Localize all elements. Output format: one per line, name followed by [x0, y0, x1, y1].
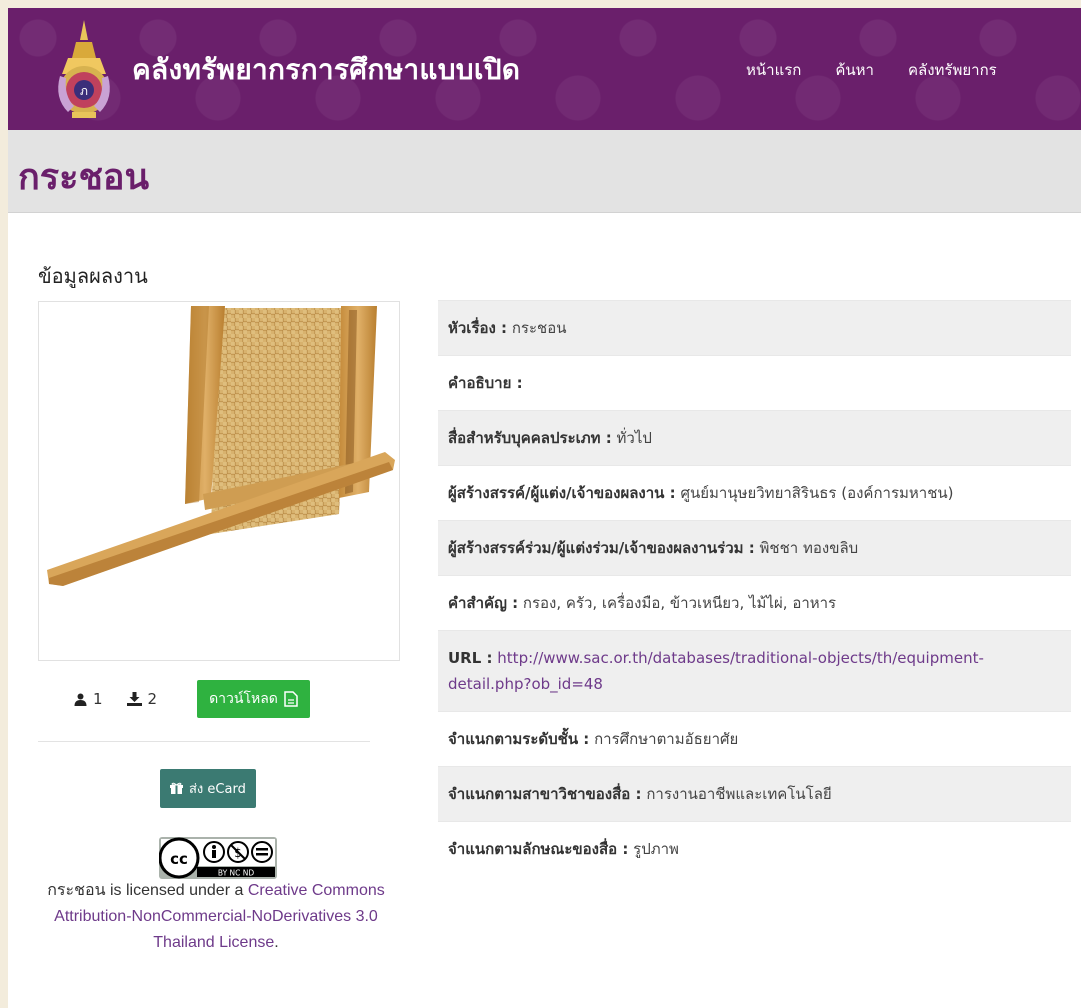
site-logo-emblem[interactable]: ภ	[50, 18, 118, 120]
nav-home-link[interactable]: หน้าแรก	[746, 58, 801, 82]
metadata-value: การงานอาชีพและเทคโนโลยี	[646, 785, 832, 803]
metadata-label: คำอธิบาย :	[448, 374, 523, 392]
page-frame: ภ คลังทรัพยากรการศึกษาแบบเปิด หน้าแรก ค้…	[8, 8, 1081, 1008]
metadata-row-level: จำแนกตามระดับชั้น : การศึกษาตามอัธยาศัย	[438, 711, 1071, 766]
site-header: ภ คลังทรัพยากรการศึกษาแบบเปิด หน้าแรก ค้…	[8, 8, 1081, 130]
metadata-row-contributor: ผู้สร้างสรรค์ร่วม/ผู้แต่งร่วม/เจ้าของผลง…	[438, 520, 1071, 575]
left-divider	[38, 741, 370, 742]
metadata-label: สื่อสำหรับบุคคลประเภท :	[448, 429, 612, 447]
metadata-row-url: URL : http://www.sac.or.th/databases/tra…	[438, 630, 1071, 711]
metadata-label: URL :	[448, 649, 493, 667]
metadata-label: จำแนกตามลักษณะของสื่อ :	[448, 840, 629, 858]
item-image[interactable]	[38, 301, 400, 661]
page-title: กระชอน	[18, 157, 150, 198]
metadata-row-subject: หัวเรื่อง : กระชอน	[438, 300, 1071, 355]
file-pdf-icon	[284, 691, 298, 707]
license-prefix: กระชอน is licensed under a	[47, 882, 248, 899]
metadata-value: รูปภาพ	[633, 840, 679, 858]
metadata-value: การศึกษาตามอัธยาศัย	[594, 730, 739, 748]
metadata-value: พิชชา ทองขลิบ	[759, 539, 859, 557]
send-ecard-label: ส่ง eCard	[189, 782, 246, 797]
download-button[interactable]: ดาวน์โหลด	[197, 680, 310, 718]
metadata-value: กรอง, ครัว, เครื่องมือ, ข้าวเหนียว, ไม้ไ…	[522, 594, 837, 612]
metadata-label: ผู้สร้างสรรค์ร่วม/ผู้แต่งร่วม/เจ้าของผลง…	[448, 539, 755, 557]
metadata-row-description: คำอธิบาย :	[438, 355, 1071, 410]
metadata-row-media-type: จำแนกตามลักษณะของสื่อ : รูปภาพ	[438, 821, 1071, 876]
creative-commons-badge[interactable]: cc $ BY NC ND	[159, 837, 277, 879]
metadata-url-link[interactable]: http://www.sac.or.th/databases/tradition…	[448, 649, 984, 693]
download-icon	[126, 692, 142, 706]
site-title[interactable]: คลังทรัพยากรการศึกษาแบบเปิด	[132, 48, 520, 92]
license-suffix: .	[274, 934, 279, 951]
metadata-row-keywords: คำสำคัญ : กรอง, ครัว, เครื่องมือ, ข้าวเห…	[438, 575, 1071, 630]
metadata-value: ศูนย์มานุษยวิทยาสิรินธร (องค์การมหาชน)	[680, 484, 954, 502]
metadata-label: จำแนกตามสาขาวิชาของสื่อ :	[448, 785, 642, 803]
gift-icon	[170, 782, 183, 794]
main-nav: หน้าแรก ค้นหา คลังทรัพยากร	[746, 58, 997, 82]
metadata-label: ผู้สร้างสรรค์/ผู้แต่ง/เจ้าของผลงาน :	[448, 484, 676, 502]
views-count: 1	[93, 690, 103, 708]
metadata-label: จำแนกตามระดับชั้น :	[448, 730, 590, 748]
stats-bar: 1 2 ดาวน์โหลด	[48, 679, 388, 719]
downloads-stat: 2	[126, 690, 158, 708]
nav-search-link[interactable]: ค้นหา	[835, 58, 874, 82]
metadata-value: ทั่วไป	[616, 429, 652, 447]
metadata-row-subject-area: จำแนกตามสาขาวิชาของสื่อ : การงานอาชีพและ…	[438, 766, 1071, 821]
user-icon	[74, 693, 87, 706]
metadata-row-audience: สื่อสำหรับบุคคลประเภท : ทั่วไป	[438, 410, 1071, 465]
svg-text:cc: cc	[170, 850, 188, 868]
downloads-count: 2	[147, 690, 158, 708]
download-button-label: ดาวน์โหลด	[209, 691, 278, 707]
metadata-value: กระชอน	[511, 319, 567, 337]
svg-text:ภ: ภ	[80, 84, 88, 98]
views-stat: 1	[74, 690, 103, 708]
svg-text:BY NC ND: BY NC ND	[218, 869, 255, 878]
send-ecard-button[interactable]: ส่ง eCard	[160, 769, 256, 808]
bamboo-sieve-image	[47, 306, 395, 586]
metadata-label: คำสำคัญ :	[448, 594, 519, 612]
nav-resources-link[interactable]: คลังทรัพยากร	[908, 58, 997, 82]
page-title-band: กระชอน	[8, 130, 1081, 213]
section-heading: ข้อมูลผลงาน	[38, 264, 148, 288]
metadata-label: หัวเรื่อง :	[448, 319, 508, 337]
license-text: กระชอน is licensed under a Creative Comm…	[30, 878, 402, 956]
metadata-row-creator: ผู้สร้างสรรค์/ผู้แต่ง/เจ้าของผลงาน : ศูน…	[438, 465, 1071, 520]
metadata-table: หัวเรื่อง : กระชอน คำอธิบาย : สื่อสำหรับ…	[438, 300, 1071, 876]
